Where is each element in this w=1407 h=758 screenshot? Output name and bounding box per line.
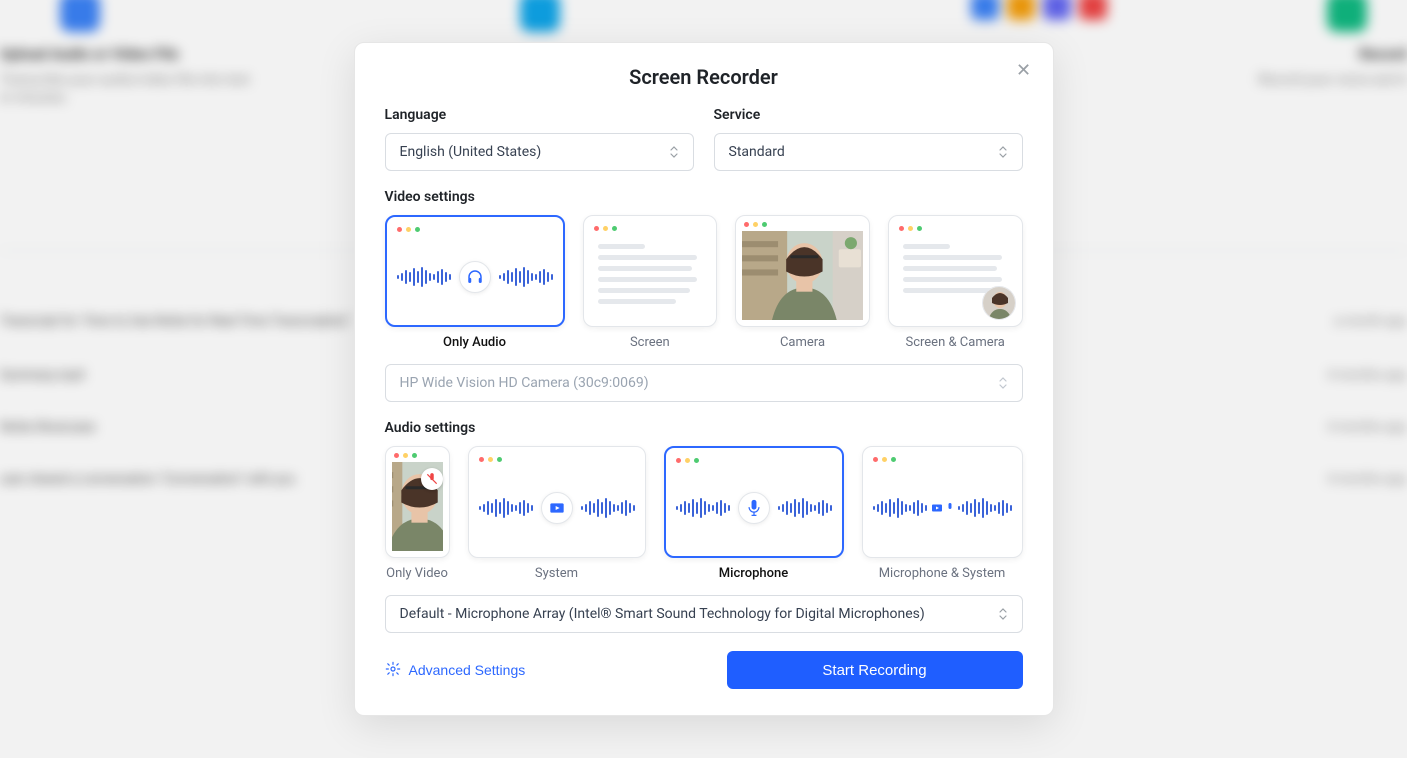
audio-option-only-video[interactable] bbox=[385, 446, 450, 558]
service-select[interactable]: Standard bbox=[714, 133, 1023, 171]
video-settings-label: Video settings bbox=[385, 189, 1023, 205]
advanced-settings-link[interactable]: Advanced Settings bbox=[385, 661, 526, 680]
audio-settings-label: Audio settings bbox=[385, 420, 1023, 436]
camera-device-value: HP Wide Vision HD Camera (30c9:0069) bbox=[400, 375, 649, 391]
language-value: English (United States) bbox=[400, 144, 542, 160]
language-label: Language bbox=[385, 107, 694, 123]
video-option-label: Camera bbox=[735, 335, 870, 350]
audio-option-label: Only Video bbox=[385, 566, 450, 581]
camera-preview-image bbox=[742, 231, 863, 320]
video-option-label: Screen bbox=[583, 335, 718, 350]
chevron-updown-icon bbox=[996, 607, 1010, 621]
video-option-screen-camera[interactable] bbox=[888, 215, 1023, 327]
video-option-only-audio[interactable] bbox=[385, 215, 565, 327]
close-icon: ✕ bbox=[1016, 60, 1031, 81]
audio-option-system[interactable] bbox=[468, 446, 646, 558]
headphones-icon bbox=[459, 261, 491, 293]
chevron-updown-icon bbox=[996, 145, 1010, 159]
screen-recorder-modal: ✕ Screen Recorder Language English (Unit… bbox=[354, 42, 1054, 716]
mic-and-screen-icon bbox=[931, 502, 954, 514]
screen-audio-icon bbox=[541, 492, 573, 524]
start-recording-button[interactable]: Start Recording bbox=[727, 651, 1023, 689]
service-value: Standard bbox=[729, 144, 785, 160]
camera-pip-avatar bbox=[982, 286, 1016, 320]
audio-option-mic-system[interactable] bbox=[862, 446, 1023, 558]
start-recording-label: Start Recording bbox=[822, 662, 926, 679]
microphone-icon bbox=[738, 492, 770, 524]
language-select[interactable]: English (United States) bbox=[385, 133, 694, 171]
advanced-settings-label: Advanced Settings bbox=[409, 662, 526, 678]
video-option-screen[interactable] bbox=[583, 215, 718, 327]
service-label: Service bbox=[714, 107, 1023, 123]
chevron-updown-icon bbox=[667, 145, 681, 159]
audio-option-label: Microphone bbox=[664, 566, 844, 581]
audio-option-label: System bbox=[468, 566, 646, 581]
modal-overlay: ✕ Screen Recorder Language English (Unit… bbox=[0, 0, 1407, 758]
modal-title: Screen Recorder bbox=[385, 65, 1023, 89]
audio-option-label: Microphone & System bbox=[862, 566, 1023, 581]
microphone-device-value: Default - Microphone Array (Intel® Smart… bbox=[400, 606, 925, 622]
close-button[interactable]: ✕ bbox=[1013, 59, 1035, 81]
microphone-device-select[interactable]: Default - Microphone Array (Intel® Smart… bbox=[385, 595, 1023, 633]
audio-option-microphone[interactable] bbox=[664, 446, 844, 558]
audio-wave-icon bbox=[397, 261, 553, 293]
mic-muted-icon bbox=[421, 468, 443, 490]
video-option-label: Screen & Camera bbox=[888, 335, 1023, 350]
camera-device-select[interactable]: HP Wide Vision HD Camera (30c9:0069) bbox=[385, 364, 1023, 402]
chevron-updown-icon bbox=[996, 376, 1010, 390]
video-option-camera[interactable] bbox=[735, 215, 870, 327]
video-option-label: Only Audio bbox=[385, 335, 565, 350]
gear-icon bbox=[385, 661, 401, 680]
